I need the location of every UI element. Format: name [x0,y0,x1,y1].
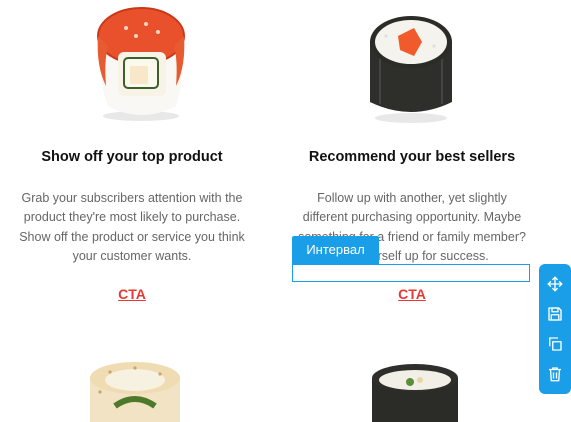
move-icon[interactable] [541,270,569,298]
sushi-roll-sesame-image [90,362,180,422]
description-line: product they're most likely to purchase. [23,210,241,225]
product-title: Show off your top product [41,149,223,165]
save-icon[interactable] [541,300,569,328]
description-line: different purchasing opportunity. Maybe [302,210,522,225]
description-line: your customer wants. [72,248,192,263]
sushi-roll-nori-bottom-image [372,364,458,422]
cta-link[interactable]: CTA [280,286,544,302]
sushi-roll-nori-image [370,16,452,123]
description-line: Show off the product or service you thin… [19,229,245,244]
product-description: Grab your subscribers attention with the… [6,189,258,266]
sushi-roll-salmon-image [97,7,185,121]
description-line: Follow up with another, yet slightly [317,191,507,205]
product-title: Recommend your best sellers [308,149,516,165]
description-line: Grab your subscribers attention with the [21,191,243,205]
trash-icon[interactable] [541,360,569,388]
block-toolbar [539,264,571,394]
interval-block-selection[interactable] [292,264,530,282]
copy-icon[interactable] [541,330,569,358]
interval-label[interactable]: Интервал [292,236,379,264]
cta-link[interactable]: CTA [0,286,264,302]
